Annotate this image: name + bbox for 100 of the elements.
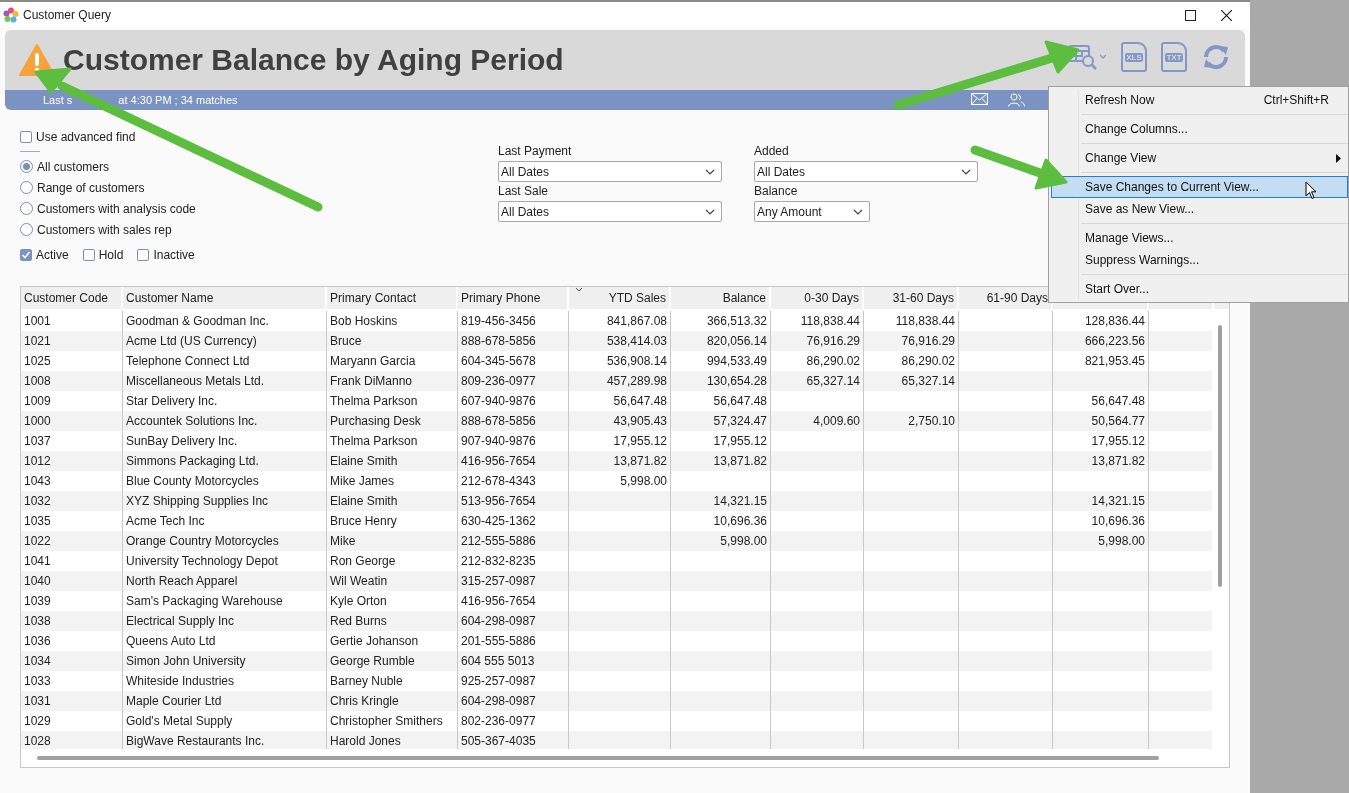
checkbox[interactable]	[137, 248, 150, 261]
menu-item[interactable]: Suppress Warnings...	[1051, 249, 1348, 271]
menu-item[interactable]: Manage Views...	[1051, 227, 1348, 249]
menu-item[interactable]: Change Columns...	[1051, 118, 1348, 140]
table-cell: 56,647.48	[613, 394, 667, 408]
dropdown[interactable]: All Dates	[498, 161, 722, 182]
close-icon[interactable]	[1220, 9, 1232, 21]
status-text: at 4:30 PM ; 34 matches	[118, 94, 238, 106]
column-header[interactable]: Balance	[671, 287, 771, 309]
radio-label: Customers with sales rep	[37, 222, 172, 237]
table-cell: 1037	[24, 434, 51, 448]
table-cell: 76,916.29	[901, 334, 955, 348]
table-cell: Wil Weatin	[330, 574, 388, 588]
table-cell: 1038	[24, 614, 51, 628]
table-cell: 2,750.10	[908, 414, 955, 428]
table-cell: George Rumble	[330, 654, 415, 668]
menu-item[interactable]: Save Changes to Current View...	[1051, 176, 1348, 198]
table-cell: Orange Country Motorcycles	[126, 534, 279, 548]
app-logo-icon	[3, 7, 19, 23]
table-cell: Mike James	[330, 474, 394, 488]
radio-button[interactable]	[20, 181, 33, 194]
table-cell: 666,223.56	[1084, 334, 1145, 348]
table-cell: 809-236-0977	[461, 374, 536, 388]
table-cell: Telephone Connect Ltd	[126, 354, 250, 368]
table-cell: 1008	[24, 374, 51, 388]
column-header[interactable]: Primary Contact	[327, 287, 458, 309]
table-cell: Blue County Motorcycles	[126, 474, 259, 488]
view-menu-button[interactable]	[1068, 44, 1107, 70]
table-cell: 604 555 5013	[461, 654, 535, 668]
dropdown[interactable]: All Dates	[498, 201, 722, 222]
menu-item[interactable]: Save as New View...	[1051, 198, 1348, 220]
refresh-button[interactable]	[1201, 42, 1231, 72]
table-cell: 118,838.44	[800, 314, 860, 328]
scrollbar-thumb[interactable]	[37, 756, 1159, 760]
scrollbar-thumb[interactable]	[1218, 325, 1222, 587]
window-title: Customer Query	[23, 8, 112, 22]
table-cell: 17,955.12	[713, 434, 767, 448]
radio-label: Range of customers	[37, 180, 145, 195]
table-cell: SunBay Delivery Inc.	[126, 434, 238, 448]
chevron-down-icon	[853, 208, 863, 215]
table-cell: 86,290.02	[901, 354, 955, 368]
table-cell: XYZ Shipping Supplies Inc	[126, 494, 269, 508]
column-header[interactable]: YTD Sales	[569, 287, 671, 309]
table-cell: Gold's Metal Supply	[126, 714, 233, 728]
table-cell: 1041	[24, 554, 51, 568]
column-header[interactable]: Customer Code	[21, 287, 123, 309]
table-cell: Acme Tech Inc	[126, 514, 205, 528]
table-cell: Electrical Supply Inc	[126, 614, 235, 628]
table-cell: 1034	[24, 654, 51, 668]
dropdown[interactable]: Any Amount	[754, 201, 870, 222]
table-cell: 1032	[24, 494, 51, 508]
table-cell: 1029	[24, 714, 51, 728]
checkbox[interactable]	[20, 130, 32, 143]
table-cell: 1036	[24, 634, 51, 648]
chevron-down-icon	[705, 168, 715, 175]
checkbox[interactable]	[82, 248, 95, 261]
checkbox-label: Active	[36, 247, 69, 262]
table-cell: 1000	[24, 414, 51, 428]
table-cell: 1043	[24, 474, 51, 488]
column-header[interactable]: 0-30 Days	[771, 287, 864, 309]
table-cell: 212-832-8235	[461, 554, 536, 568]
table-cell: Bob Hoskins	[330, 314, 398, 328]
column-header[interactable]: 31-60 Days	[864, 287, 959, 309]
mail-icon[interactable]	[971, 93, 988, 105]
table-cell: Gertie Johanson	[330, 634, 419, 648]
column-header[interactable]: Primary Phone	[458, 287, 569, 309]
table-cell: Barney Nuble	[330, 674, 403, 688]
checkbox[interactable]	[20, 248, 32, 261]
table-cell: Christopher Smithers	[330, 714, 443, 728]
table-cell: Elaine Smith	[330, 454, 398, 468]
table-cell: Acme Ltd (US Currency)	[126, 334, 257, 348]
table-cell: Ron George	[330, 554, 396, 568]
shortcut-text: Ctrl+Shift+R	[1263, 93, 1330, 107]
radio-button[interactable]	[20, 202, 33, 215]
table-cell: 1035	[24, 514, 51, 528]
table-cell: 118,838.44	[895, 314, 955, 328]
maximize-icon[interactable]	[1184, 9, 1196, 21]
table-cell: 538,414.03	[606, 334, 667, 348]
table-cell: 4,009.60	[813, 414, 860, 428]
table-cell: 416-956-7654	[461, 454, 536, 468]
radio-button[interactable]	[20, 160, 33, 173]
table-cell: 5,998.00	[1098, 534, 1145, 548]
table-cell: Bruce	[330, 334, 362, 348]
table-cell: 888-678-5856	[461, 414, 536, 428]
table-cell: 841,867.08	[606, 314, 667, 328]
table-cell: 212-555-5886	[461, 534, 536, 548]
table-cell: 17,955.12	[1091, 434, 1145, 448]
table-cell: Purchasing Desk	[330, 414, 421, 428]
dropdown[interactable]: All Dates	[754, 161, 978, 182]
people-icon[interactable]	[1008, 93, 1025, 107]
table-cell: 13,871.82	[613, 454, 667, 468]
table-cell: Maryann Garcia	[330, 354, 416, 368]
column-header[interactable]: Customer Name	[123, 287, 327, 309]
menu-item[interactable]: Start Over...	[1051, 278, 1348, 300]
table-cell: 604-298-0987	[461, 614, 536, 628]
table-cell: 1001	[24, 314, 51, 328]
menu-item[interactable]: Change View	[1051, 147, 1348, 169]
radio-label: All customers	[37, 159, 110, 174]
menu-item[interactable]: Refresh Now Ctrl+Shift+R	[1051, 89, 1348, 111]
radio-button[interactable]	[20, 223, 33, 236]
